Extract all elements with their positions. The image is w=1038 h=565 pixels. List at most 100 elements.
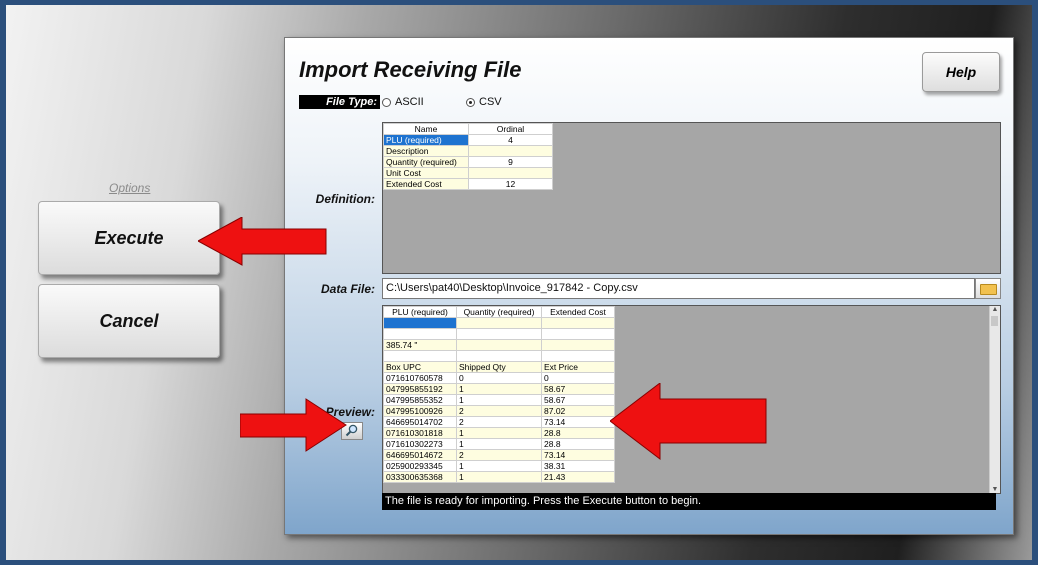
preview-row[interactable]: 071610760578 0 0	[383, 372, 615, 384]
scroll-up-icon[interactable]: ▲	[990, 306, 1000, 313]
preview-cell[interactable]	[456, 339, 542, 351]
preview-cell[interactable]: 1	[456, 460, 542, 472]
preview-cell[interactable]: 21.43	[541, 471, 615, 483]
preview-cell[interactable]: 047995855352	[383, 394, 457, 406]
preview-row[interactable]: 033300635368 1 21.43	[383, 471, 615, 483]
preview-cell[interactable]: Ext Price	[541, 361, 615, 373]
preview-cell[interactable]	[456, 328, 542, 340]
preview-cell[interactable]: 73.14	[541, 416, 615, 428]
definition-ordinal-cell[interactable]: 4	[468, 134, 553, 146]
preview-scrollbar[interactable]: ▲ ▼	[989, 306, 1000, 493]
preview-cell[interactable]: 2	[456, 405, 542, 417]
preview-cell[interactable]: 0	[456, 372, 542, 384]
preview-cell[interactable]	[541, 317, 615, 329]
preview-row[interactable]	[383, 350, 615, 362]
arrow-execute-icon	[198, 217, 327, 266]
preview-cell[interactable]: 73.14	[541, 449, 615, 461]
options-label: Options	[109, 181, 151, 195]
preview-cell[interactable]: 58.67	[541, 383, 615, 395]
radio-csv[interactable]: CSV	[466, 96, 502, 108]
help-button[interactable]: Help	[922, 52, 1000, 92]
preview-row[interactable]: 385.74 "	[383, 339, 615, 351]
radio-icon	[382, 97, 391, 107]
preview-cell[interactable]	[456, 317, 542, 329]
preview-cell[interactable]	[383, 317, 457, 329]
preview-row[interactable]: 047995100926 2 87.02	[383, 405, 615, 417]
preview-cell[interactable]	[383, 350, 457, 362]
preview-row[interactable]	[383, 317, 615, 329]
preview-table: PLU (required) Quantity (required) Exten…	[383, 306, 615, 483]
cancel-button[interactable]: Cancel	[38, 284, 220, 358]
preview-row[interactable]	[383, 328, 615, 340]
app-background: Options Execute Cancel Import Receiving …	[6, 5, 1032, 560]
preview-cell[interactable]	[383, 328, 457, 340]
status-bar: The file is ready for importing. Press t…	[382, 493, 996, 510]
radio-csv-label: CSV	[479, 96, 502, 108]
radio-ascii[interactable]: ASCII	[382, 96, 424, 108]
arrow-table-icon	[610, 383, 767, 461]
browse-folder-button[interactable]	[975, 278, 1001, 299]
preview-cell[interactable]: 385.74 "	[383, 339, 457, 351]
preview-cell[interactable]: 1	[456, 471, 542, 483]
preview-cell[interactable]: 071610302273	[383, 438, 457, 450]
preview-cell[interactable]: 1	[456, 383, 542, 395]
preview-cell[interactable]: 87.02	[541, 405, 615, 417]
file-type-label: File Type:	[299, 95, 380, 109]
column-header-plu: PLU (required)	[383, 306, 457, 318]
preview-row[interactable]: 047995855192 1 58.67	[383, 383, 615, 395]
radio-selected-icon	[466, 97, 475, 107]
definition-name-cell[interactable]: Extended Cost	[383, 178, 469, 190]
preview-cell[interactable]: 071610760578	[383, 372, 457, 384]
definition-row[interactable]: Quantity (required) 9	[383, 156, 553, 168]
column-header-quantity: Quantity (required)	[456, 306, 542, 318]
preview-cell[interactable]: 2	[456, 416, 542, 428]
preview-cell[interactable]: 2	[456, 449, 542, 461]
preview-cell[interactable]: 28.8	[541, 427, 615, 439]
preview-row[interactable]: 025900293345 1 38.31	[383, 460, 615, 472]
definition-name-cell[interactable]: Unit Cost	[383, 167, 469, 179]
definition-ordinal-cell[interactable]: 9	[468, 156, 553, 168]
definition-name-cell[interactable]: Description	[383, 145, 469, 157]
column-header-ordinal: Ordinal	[468, 123, 553, 135]
preview-cell[interactable]	[541, 328, 615, 340]
preview-cell[interactable]: 025900293345	[383, 460, 457, 472]
preview-cell[interactable]: 58.67	[541, 394, 615, 406]
preview-row[interactable]: 071610302273 1 28.8	[383, 438, 615, 450]
preview-cell[interactable]: 646695014702	[383, 416, 457, 428]
definition-ordinal-cell[interactable]	[468, 145, 553, 157]
definition-row[interactable]: Description	[383, 145, 553, 157]
definition-ordinal-cell[interactable]	[468, 167, 553, 179]
preview-cell[interactable]: 1	[456, 394, 542, 406]
preview-row[interactable]: 646695014672 2 73.14	[383, 449, 615, 461]
execute-button[interactable]: Execute	[38, 201, 220, 275]
preview-cell[interactable]: Shipped Qty	[456, 361, 542, 373]
preview-cell[interactable]: 0	[541, 372, 615, 384]
preview-cell[interactable]: 38.31	[541, 460, 615, 472]
scroll-thumb[interactable]	[991, 316, 998, 326]
data-file-input[interactable]: C:\Users\pat40\Desktop\Invoice_917842 - …	[382, 278, 975, 299]
preview-row[interactable]: 071610301818 1 28.8	[383, 427, 615, 439]
preview-cell[interactable]: 047995100926	[383, 405, 457, 417]
definition-ordinal-cell[interactable]: 12	[468, 178, 553, 190]
preview-row[interactable]: Box UPC Shipped Qty Ext Price	[383, 361, 615, 373]
preview-row[interactable]: 646695014702 2 73.14	[383, 416, 615, 428]
arrow-preview-icon	[240, 398, 347, 452]
preview-cell[interactable]: 033300635368	[383, 471, 457, 483]
preview-cell[interactable]: 646695014672	[383, 449, 457, 461]
preview-cell[interactable]: Box UPC	[383, 361, 457, 373]
preview-cell[interactable]: 071610301818	[383, 427, 457, 439]
preview-cell[interactable]	[541, 339, 615, 351]
preview-cell[interactable]: 28.8	[541, 438, 615, 450]
definition-name-cell[interactable]: PLU (required)	[383, 134, 469, 146]
preview-cell[interactable]	[456, 350, 542, 362]
definition-name-cell[interactable]: Quantity (required)	[383, 156, 469, 168]
definition-row[interactable]: Unit Cost	[383, 167, 553, 179]
preview-cell[interactable]: 1	[456, 427, 542, 439]
preview-cell[interactable]	[541, 350, 615, 362]
scroll-down-icon[interactable]: ▼	[990, 486, 1000, 493]
preview-row[interactable]: 047995855352 1 58.67	[383, 394, 615, 406]
preview-cell[interactable]: 047995855192	[383, 383, 457, 395]
preview-cell[interactable]: 1	[456, 438, 542, 450]
definition-row[interactable]: Extended Cost 12	[383, 178, 553, 190]
definition-row[interactable]: PLU (required) 4	[383, 134, 553, 146]
